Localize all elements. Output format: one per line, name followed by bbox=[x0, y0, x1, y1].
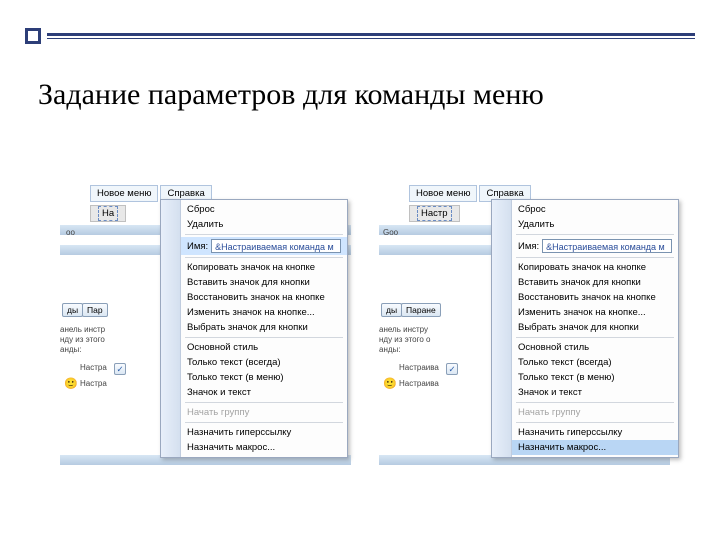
tab-params[interactable]: Паране bbox=[401, 303, 441, 317]
cm-hyperlink[interactable]: Назначить гиперссылку bbox=[512, 425, 678, 440]
cm-style-default[interactable]: Основной стиль bbox=[512, 340, 678, 355]
cm-begin-group: Начать группу bbox=[181, 405, 347, 420]
separator bbox=[185, 234, 343, 235]
zoom-hint: Goo bbox=[383, 229, 398, 238]
cm-style-text-menu[interactable]: Только текст (в меню) bbox=[512, 370, 678, 385]
separator bbox=[185, 257, 343, 258]
context-menu-right: Сброс Удалить Имя: &Настраиваемая команд… bbox=[491, 199, 679, 458]
side-text: Настраива bbox=[399, 380, 439, 389]
cm-name-row[interactable]: Имя: &Настраиваемая команда м bbox=[181, 237, 347, 255]
cm-paste-icon[interactable]: Вставить значок для кнопки bbox=[181, 275, 347, 290]
side-text: анель инстр bbox=[60, 326, 105, 335]
cm-macro[interactable]: Назначить макрос... bbox=[512, 440, 678, 455]
cm-paste-icon[interactable]: Вставить значок для кнопки bbox=[512, 275, 678, 290]
slide-accent bbox=[25, 25, 695, 47]
separator bbox=[516, 422, 674, 423]
separator bbox=[185, 337, 343, 338]
cm-choose-icon[interactable]: Выбрать значок для кнопки bbox=[512, 320, 678, 335]
menu-new[interactable]: Новое меню bbox=[90, 185, 158, 202]
cm-style-text-always[interactable]: Только текст (всегда) bbox=[512, 355, 678, 370]
cm-name-label: Имя: bbox=[518, 241, 539, 252]
cm-style-text-menu[interactable]: Только текст (в меню) bbox=[181, 370, 347, 385]
dotted-item-right[interactable]: Настр bbox=[409, 205, 460, 222]
side-text: анды: bbox=[379, 346, 401, 355]
tab-params[interactable]: Пар bbox=[82, 303, 108, 317]
cm-name-input[interactable]: &Настраиваемая команда м bbox=[542, 239, 672, 253]
separator bbox=[516, 234, 674, 235]
cm-style-default[interactable]: Основной стиль bbox=[181, 340, 347, 355]
side-text: Настраива bbox=[399, 364, 439, 373]
separator bbox=[185, 402, 343, 403]
cm-reset-icon[interactable]: Восстановить значок на кнопке bbox=[181, 290, 347, 305]
side-text: анель инстру bbox=[379, 326, 428, 335]
side-text: нду из этого о bbox=[379, 336, 430, 345]
cm-style-text-always[interactable]: Только текст (всегда) bbox=[181, 355, 347, 370]
screenshot-left: Новое меню Справка На oo ды Пар анель ин… bbox=[60, 185, 351, 475]
separator bbox=[185, 422, 343, 423]
side-text: Настра bbox=[80, 364, 107, 373]
cm-begin-group: Начать группу bbox=[512, 405, 678, 420]
cm-reset[interactable]: Сброс bbox=[512, 202, 678, 217]
cm-copy-icon[interactable]: Копировать значок на кнопке bbox=[181, 260, 347, 275]
accent-square-icon bbox=[25, 28, 41, 44]
menu-new[interactable]: Новое меню bbox=[409, 185, 477, 202]
separator bbox=[516, 337, 674, 338]
cm-reset-icon[interactable]: Восстановить значок на кнопке bbox=[512, 290, 678, 305]
cm-copy-icon[interactable]: Копировать значок на кнопке bbox=[512, 260, 678, 275]
cm-delete[interactable]: Удалить bbox=[181, 217, 347, 232]
cm-edit-icon[interactable]: Изменить значок на кнопке... bbox=[181, 305, 347, 320]
menu-gutter bbox=[492, 200, 512, 457]
menu-gutter bbox=[161, 200, 181, 457]
cm-delete[interactable]: Удалить bbox=[512, 217, 678, 232]
cm-name-input[interactable]: &Настраиваемая команда м bbox=[211, 239, 341, 253]
cm-name-row[interactable]: Имя: &Настраиваемая команда м bbox=[512, 237, 678, 255]
cm-hyperlink[interactable]: Назначить гиперссылку bbox=[181, 425, 347, 440]
tab-commands[interactable]: ды bbox=[381, 303, 402, 317]
context-menu-left: Сброс Удалить Имя: &Настраиваемая команд… bbox=[160, 199, 348, 458]
side-text: Настра bbox=[80, 380, 107, 389]
cm-style-icon-text[interactable]: Значок и текст bbox=[181, 385, 347, 400]
side-text: анды: bbox=[60, 346, 82, 355]
smiley-icon: 🙂 bbox=[64, 377, 78, 390]
cm-style-icon-text[interactable]: Значок и текст bbox=[512, 385, 678, 400]
checkbox-icon[interactable]: ✓ bbox=[446, 363, 458, 375]
accent-line bbox=[47, 33, 695, 39]
dotted-item-left[interactable]: На bbox=[90, 205, 126, 222]
tab-commands[interactable]: ды bbox=[62, 303, 83, 317]
cm-choose-icon[interactable]: Выбрать значок для кнопки bbox=[181, 320, 347, 335]
smiley-icon: 🙂 bbox=[383, 377, 397, 390]
checkbox-icon[interactable]: ✓ bbox=[114, 363, 126, 375]
side-text: нду из этого bbox=[60, 336, 105, 345]
cm-macro[interactable]: Назначить макрос... bbox=[181, 440, 347, 455]
cm-name-label: Имя: bbox=[187, 241, 208, 252]
separator bbox=[516, 257, 674, 258]
cm-reset[interactable]: Сброс bbox=[181, 202, 347, 217]
cm-edit-icon[interactable]: Изменить значок на кнопке... bbox=[512, 305, 678, 320]
screenshot-right: Новое меню Справка Настр Goo ды Паране а… bbox=[379, 185, 670, 475]
slide-title: Задание параметров для команды меню bbox=[38, 78, 682, 112]
separator bbox=[516, 402, 674, 403]
zoom-hint: oo bbox=[66, 229, 75, 238]
